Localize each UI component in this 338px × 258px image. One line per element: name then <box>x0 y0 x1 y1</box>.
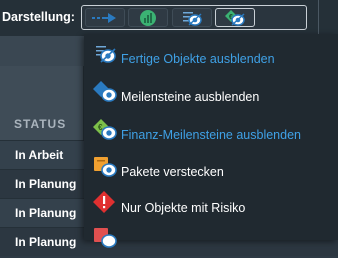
hide-finance-milestones-icon: € <box>93 119 117 140</box>
partially-visible-icon <box>94 228 117 248</box>
row-status: In Arbeit <box>15 148 64 162</box>
menu-item-label: Meilensteine ausblenden <box>121 90 260 104</box>
menu-item-hide-milestones[interactable]: Meilensteine ausblenden <box>84 76 338 112</box>
view-mode-group: € <box>81 5 307 30</box>
risk-warning-icon <box>93 191 115 213</box>
hide-milestones-icon <box>93 81 117 102</box>
hide-packages-icon <box>94 157 117 177</box>
menu-item-only-risk[interactable]: Nur Objekte mit Risiko <box>84 187 338 223</box>
toolbar-label: Darstellung: <box>2 10 75 24</box>
status-column-header[interactable]: STATUS <box>14 117 66 131</box>
menu-item-hide-packages[interactable]: Pakete verstecken <box>84 151 338 187</box>
view-hide-finance-button[interactable]: € <box>215 8 255 27</box>
gantt-arrow-icon <box>92 12 116 23</box>
menu-item-hide-finance-milestones[interactable]: € Finanz-Meilensteine ausblenden <box>84 114 338 150</box>
menu-item-label: Pakete verstecken <box>121 165 224 179</box>
row-status: In Planung <box>15 235 77 249</box>
menu-item-hide-finished[interactable]: Fertige Objekte ausblenden <box>84 38 338 74</box>
view-gantt-button[interactable] <box>85 8 125 27</box>
view-hide-list-button[interactable] <box>172 8 212 27</box>
hide-finished-objects-icon <box>96 46 116 63</box>
bar-chart-icon <box>140 9 156 26</box>
view-chart-button[interactable] <box>128 8 168 27</box>
display-options-menu: Fertige Objekte ausblenden Meilensteine … <box>84 34 338 248</box>
menu-item-label: Finanz-Meilensteine ausblenden <box>121 128 301 142</box>
toolbar-divider <box>318 0 319 36</box>
row-status: In Planung <box>15 177 77 191</box>
menu-item-label: Fertige Objekte ausblenden <box>121 52 275 66</box>
hide-finance-milestone-icon: € <box>225 9 245 26</box>
menu-item-label: Nur Objekte mit Risiko <box>121 201 246 215</box>
hide-list-icon <box>183 11 202 26</box>
row-status: In Planung <box>15 206 77 220</box>
menu-item-partially-visible[interactable] <box>84 222 338 258</box>
toolbar: Darstellung: € <box>0 0 338 36</box>
